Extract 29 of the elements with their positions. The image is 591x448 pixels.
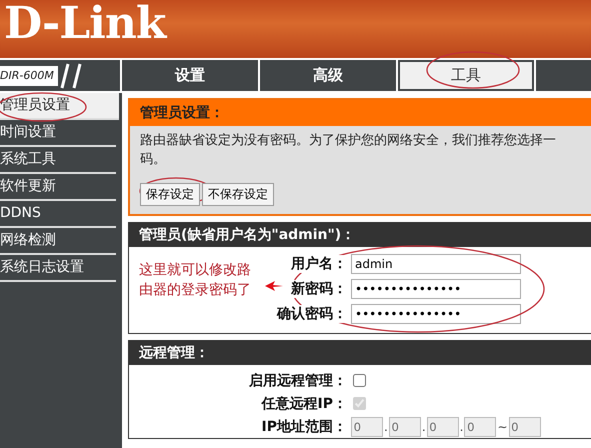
checkbox[interactable] xyxy=(353,374,366,387)
sidebar-item[interactable]: 时间设置 xyxy=(0,120,116,147)
annotation-text: 这里就可以修改路由器的登录密码了 xyxy=(139,261,252,300)
sidebar-item[interactable]: 系统工具 xyxy=(0,147,116,174)
model-label: DIR-600M xyxy=(0,66,58,86)
separator-text: ~ xyxy=(496,420,509,434)
nav-tab[interactable]: 设置 xyxy=(122,60,258,91)
logo: D-Link xyxy=(4,2,166,46)
form-button[interactable]: 不保存设定 xyxy=(202,183,274,206)
sidebar-item[interactable]: 软件更新 xyxy=(0,174,116,201)
separator-text: . xyxy=(383,420,389,434)
slash-icon xyxy=(60,62,84,90)
section-title: 管理员(缺省用户名为"admin")： xyxy=(139,227,356,243)
sidebar-item[interactable]: 管理员设置 xyxy=(0,93,119,120)
input-field[interactable]: admin xyxy=(351,254,521,274)
section-title: 管理员设置： xyxy=(140,105,224,121)
arrow-icon xyxy=(265,281,283,291)
separator-text: . xyxy=(420,420,427,434)
description-text: 路由器缺省设定为没有密码。为了保护您的网络安全，我们推荐您选择一 xyxy=(140,132,557,150)
sidebar-item[interactable]: 网络检测 xyxy=(0,228,116,255)
section-title: 远程管理： xyxy=(139,345,209,361)
input-field[interactable]: ••••••••••••••• xyxy=(351,278,521,298)
separator-text: . xyxy=(458,420,464,434)
sidebar-item[interactable]: DDNS xyxy=(0,201,116,228)
sidebar-item[interactable]: 系统日志设置 xyxy=(0,255,116,282)
nav-tab[interactable]: 高级 xyxy=(260,60,396,91)
input-field[interactable]: ••••••••••••••• xyxy=(351,304,521,324)
description-text: 码。 xyxy=(140,151,167,169)
nav-tab[interactable]: 工具 xyxy=(398,60,534,91)
